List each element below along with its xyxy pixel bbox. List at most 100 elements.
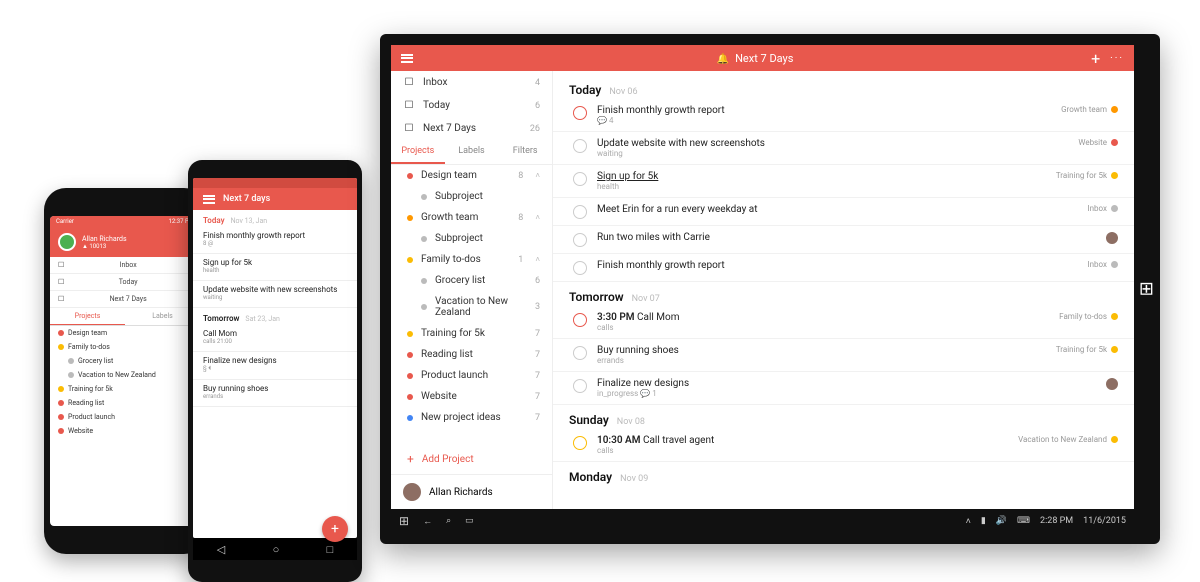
menu-icon[interactable] — [401, 54, 413, 63]
sidebar-nav-today[interactable]: ☐Today6 — [391, 94, 552, 117]
keyboard-icon[interactable]: ⌨ — [1017, 516, 1030, 526]
task-project-label: Growth team — [1061, 105, 1107, 114]
task-row[interactable]: Finalize new designs§ ⏴ — [193, 352, 357, 380]
chevron-up-icon[interactable]: ˄ — [535, 255, 540, 264]
project-item[interactable]: Family to-dos1˄ — [391, 249, 552, 270]
project-item[interactable]: Website7 — [391, 386, 552, 407]
task-checkbox[interactable] — [573, 313, 587, 327]
project-item[interactable]: Reading list7 — [391, 344, 552, 365]
project-list: Design teamFamily to-dosGrocery listVaca… — [50, 326, 200, 438]
bell-icon[interactable] — [717, 52, 729, 65]
back-icon[interactable]: ◁ — [217, 543, 225, 556]
home-icon[interactable]: ○ — [273, 543, 280, 556]
task-checkbox[interactable] — [573, 172, 587, 186]
profile-header[interactable]: Allan Richards ▲ 10013 — [50, 227, 200, 257]
task-checkbox[interactable] — [573, 139, 587, 153]
task-checkbox[interactable] — [573, 346, 587, 360]
add-project-button[interactable]: + Add Project — [391, 444, 552, 474]
project-label: Grocery list — [435, 275, 527, 286]
clock-time[interactable]: 2:28 PM — [1040, 516, 1073, 526]
task-project[interactable]: Inbox — [1087, 260, 1118, 269]
task-checkbox[interactable] — [573, 106, 587, 120]
project-item[interactable]: Reading list — [50, 396, 200, 410]
chevron-up-icon[interactable]: ˄ — [535, 171, 540, 180]
profile-row[interactable]: Allan Richards — [391, 474, 552, 509]
task-row[interactable]: Finalize new designsin_progress 💬 1 — [553, 372, 1134, 405]
task-project[interactable] — [1106, 232, 1118, 244]
more-icon[interactable]: ··· — [1110, 53, 1124, 64]
android-app-bar: Next 7 days — [193, 188, 357, 210]
add-task-button[interactable]: + — [1091, 49, 1100, 68]
recents-icon[interactable]: □ — [327, 543, 334, 556]
task-row[interactable]: Finish monthly growth report💬 4Growth te… — [553, 99, 1134, 132]
task-project[interactable] — [1106, 378, 1118, 390]
project-item[interactable]: New project ideas7 — [391, 407, 552, 428]
project-item[interactable]: Family to-dos — [50, 340, 200, 354]
task-row[interactable]: Buy running shoeserrandsTraining for 5k — [553, 339, 1134, 372]
volume-icon[interactable]: 🔊 — [996, 516, 1007, 526]
task-project[interactable]: Training for 5k — [1056, 345, 1118, 354]
nav-next7[interactable]: ☐ Next 7 Days — [50, 291, 200, 308]
tray-up-icon[interactable]: ˄ — [966, 516, 971, 527]
task-checkbox[interactable] — [573, 379, 587, 393]
menu-icon[interactable] — [203, 195, 215, 204]
task-project[interactable]: Training for 5k — [1056, 171, 1118, 180]
task-project[interactable]: Inbox — [1087, 204, 1118, 213]
tab-projects[interactable]: Projects — [50, 308, 125, 325]
task-project[interactable]: Vacation to New Zealand — [1018, 435, 1118, 444]
project-item[interactable]: Vacation to New Zealand3 — [391, 291, 552, 323]
task-checkbox[interactable] — [573, 436, 587, 450]
task-row[interactable]: Sign up for 5khealth — [193, 254, 357, 281]
back-icon[interactable]: ← — [423, 516, 432, 527]
task-row[interactable]: Buy running shoeserrands — [193, 380, 357, 407]
taskview-icon[interactable]: ▭ — [465, 516, 474, 526]
tab-filters[interactable]: Filters — [498, 140, 552, 164]
project-item[interactable]: Subproject — [391, 228, 552, 249]
task-project[interactable]: Family to-dos — [1059, 312, 1118, 321]
task-row[interactable]: Update website with new screenshotswaiti… — [193, 281, 357, 308]
task-checkbox[interactable] — [573, 205, 587, 219]
start-icon[interactable] — [399, 514, 409, 528]
nav-today[interactable]: ☐ Today — [50, 274, 200, 291]
task-row[interactable]: 10:30 AM Call travel agentcallsVacation … — [553, 429, 1134, 462]
project-item[interactable]: Grocery list6 — [391, 270, 552, 291]
network-icon[interactable]: ▮ — [981, 516, 986, 526]
search-icon[interactable]: ⌕ — [446, 516, 451, 526]
project-item[interactable]: Training for 5k7 — [391, 323, 552, 344]
task-row[interactable]: Sign up for 5khealthTraining for 5k — [553, 165, 1134, 198]
project-item[interactable]: Growth team8˄ — [391, 207, 552, 228]
clock-date[interactable]: 11/6/2015 — [1083, 516, 1126, 526]
task-project[interactable]: Website — [1078, 138, 1118, 147]
task-row[interactable]: Meet Erin for a run every weekday atInbo… — [553, 198, 1134, 226]
task-checkbox[interactable] — [573, 233, 587, 247]
project-item[interactable]: Website — [50, 424, 200, 438]
task-project[interactable]: Growth team — [1061, 105, 1118, 114]
task-row[interactable]: Update website with new screenshotswaiti… — [553, 132, 1134, 165]
windows-taskbar: ← ⌕ ▭ ˄ ▮ 🔊 ⌨ 2:28 PM 11/6/2015 — [391, 509, 1134, 533]
project-item[interactable]: Product launch — [50, 410, 200, 424]
chevron-up-icon[interactable]: ˄ — [535, 213, 540, 222]
sidebar-nav-next7[interactable]: ☐Next 7 Days26 — [391, 117, 552, 140]
project-item[interactable]: Training for 5k — [50, 382, 200, 396]
add-task-fab[interactable]: + — [322, 516, 348, 538]
sidebar-nav-inbox[interactable]: ☐Inbox4 — [391, 71, 552, 94]
tablet-screen: Next 7 Days + ··· ☐Inbox4☐Today6☐Next 7 … — [391, 45, 1134, 533]
project-item[interactable]: Design team8˄ — [391, 165, 552, 186]
task-row[interactable]: Finish monthly growth report8 @ — [193, 227, 357, 254]
task-row[interactable]: Run two miles with Carrie — [553, 226, 1134, 254]
main-task-list: TodayNov 06Finish monthly growth report💬… — [553, 71, 1134, 509]
project-item[interactable]: Subproject — [391, 186, 552, 207]
tab-labels[interactable]: Labels — [445, 140, 499, 164]
project-item[interactable]: Grocery list — [50, 354, 200, 368]
task-row[interactable]: 3:30 PM Call MomcallsFamily to-dos — [553, 306, 1134, 339]
project-item[interactable]: Vacation to New Zealand — [50, 368, 200, 382]
tab-projects[interactable]: Projects — [391, 140, 445, 164]
project-item[interactable]: Product launch7 — [391, 365, 552, 386]
nav-inbox[interactable]: ☐ Inbox — [50, 257, 200, 274]
task-meta: waiting — [597, 149, 1068, 158]
task-row[interactable]: Finish monthly growth reportInbox — [553, 254, 1134, 282]
task-row[interactable]: Call Momcalls 21:00 — [193, 325, 357, 352]
project-item[interactable]: Design team — [50, 326, 200, 340]
task-checkbox[interactable] — [573, 261, 587, 275]
project-label: Reading list — [68, 399, 104, 407]
